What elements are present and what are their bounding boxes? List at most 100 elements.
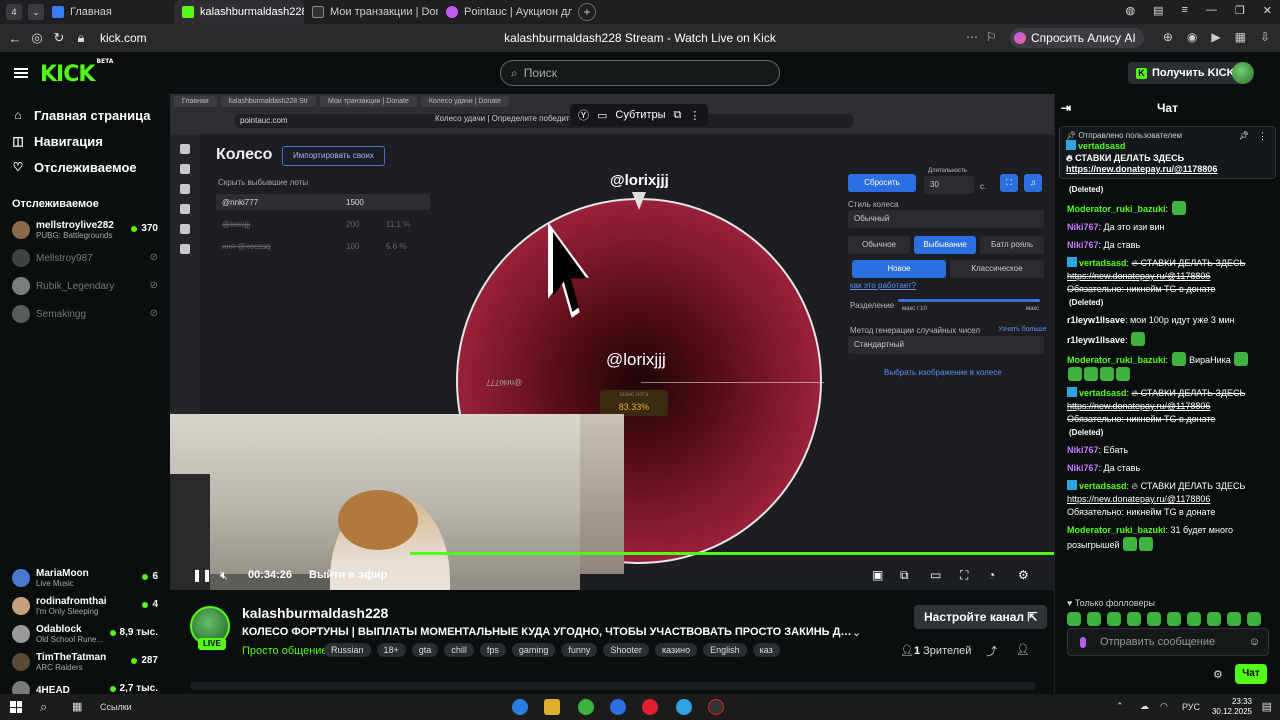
chevron-down-icon[interactable]: ⌄ xyxy=(852,626,861,639)
follow-icon[interactable]: 👤︎ xyxy=(1016,643,1030,656)
browser-tab-2[interactable]: kalashburmaldash228 S ✕ xyxy=(174,0,304,24)
menu-burger-icon[interactable] xyxy=(14,68,28,78)
language-indicator[interactable]: РУС xyxy=(1182,702,1200,712)
chat-username[interactable]: vertadsasd xyxy=(1079,481,1127,491)
subtitles-button[interactable]: Ⓨ ▭ Субтитры ⧉ ⋮ xyxy=(570,104,709,126)
emote-icon[interactable] xyxy=(1247,612,1261,626)
chat-username[interactable]: r1leyw1llsave xyxy=(1067,335,1125,345)
extensions-icon[interactable]: ◍ xyxy=(1125,4,1135,17)
emote-icon[interactable] xyxy=(1067,612,1081,626)
emote-icon[interactable] xyxy=(1127,612,1141,626)
emote-icon[interactable] xyxy=(1087,612,1101,626)
clock[interactable]: 23:33 30.12.2025 xyxy=(1212,697,1252,717)
emote-icon[interactable] xyxy=(1227,612,1241,626)
chat-username[interactable]: Moderator_ruki_bazuki xyxy=(1067,525,1166,535)
chat-input[interactable]: Отправить сообщение ☺ xyxy=(1067,628,1269,656)
mute-icon[interactable]: 🔇︎ xyxy=(220,568,228,583)
stream-category[interactable]: Просто общение xyxy=(242,645,328,657)
nav-following[interactable]: ♡ Отслеживаемое xyxy=(0,154,170,180)
tag[interactable]: gta xyxy=(411,643,439,657)
profile-button[interactable]: 4 xyxy=(6,4,22,20)
channel-item[interactable]: Rubik_Legendary ⊘ xyxy=(0,272,170,300)
chat-link[interactable]: https://new.donatepay.ru/@1178806 xyxy=(1067,401,1210,411)
pinned-link[interactable]: https://new.donatepay.ru/@1178806 xyxy=(1066,164,1269,174)
more-icon[interactable]: ⋮ xyxy=(1258,131,1267,142)
video-player[interactable]: Главная kalashburmaldash228 Str Мои тран… xyxy=(170,94,1054,590)
search-input[interactable]: ⌕ Поиск xyxy=(500,60,780,86)
chat-username[interactable]: Moderator_ruki_bazuki xyxy=(1067,355,1166,365)
chat-settings-icon[interactable]: ⚙ xyxy=(1213,668,1223,681)
tag[interactable]: funny xyxy=(561,643,598,657)
menu-icon[interactable]: ≡ xyxy=(1181,4,1187,17)
tabs-menu-icon[interactable]: ⌄ xyxy=(28,4,44,20)
emote-icon[interactable] xyxy=(1147,612,1161,626)
bookmarks-icon[interactable]: ▤ xyxy=(1153,4,1163,17)
pinned-user[interactable]: vertadsasd xyxy=(1078,141,1126,151)
chat-username[interactable]: Niki767 xyxy=(1067,463,1099,473)
chat-send-button[interactable]: Чат xyxy=(1235,664,1267,684)
tag[interactable]: казино xyxy=(654,643,698,657)
edge-icon[interactable] xyxy=(512,699,528,715)
links-label[interactable]: Ссылки xyxy=(100,702,132,712)
pause-icon[interactable]: ❚❚ xyxy=(192,568,212,582)
bookmark-icon[interactable]: ⚐ xyxy=(986,30,997,44)
back-icon[interactable]: ← xyxy=(4,31,26,46)
channel-item[interactable]: Mellstroy987 ⊘ xyxy=(0,244,170,272)
chat-username[interactable]: vertadsasd xyxy=(1079,388,1127,398)
tag[interactable]: каз xyxy=(752,643,780,657)
chat-username[interactable]: vertadsasd xyxy=(1079,258,1127,268)
nav-home[interactable]: ⌂ Главная страница xyxy=(0,102,170,128)
tag[interactable]: English xyxy=(703,643,747,657)
browser-tab-3[interactable]: Мои транзакции | Donate xyxy=(304,0,438,24)
user-avatar[interactable] xyxy=(1232,62,1254,84)
app-icon[interactable] xyxy=(610,699,626,715)
vpn-icon[interactable]: ⊕ xyxy=(1163,30,1173,44)
protect-icon[interactable]: ◎ xyxy=(26,30,48,46)
chrome-icon[interactable] xyxy=(578,699,594,715)
chat-link[interactable]: https://new.donatepay.ru/@1178806 xyxy=(1067,271,1210,281)
microphone-icon[interactable] xyxy=(1080,637,1086,648)
emote-icon[interactable] xyxy=(1107,612,1121,626)
channel-item[interactable]: Semakingg ⊘ xyxy=(0,300,170,328)
unpin-icon[interactable]: 📌︎ xyxy=(1239,131,1249,140)
wifi-icon[interactable]: ◠ xyxy=(1160,701,1168,712)
tag[interactable]: chill xyxy=(444,643,474,657)
emote-icon[interactable] xyxy=(1167,612,1181,626)
windows-start-icon[interactable] xyxy=(10,701,22,713)
translate-icon[interactable]: ◉ xyxy=(1187,30,1197,44)
channel-item[interactable]: TimTheTatman ARC Raiders 287 xyxy=(0,648,170,676)
theater-icon[interactable]: ▭ xyxy=(930,568,941,582)
url-field[interactable]: kick.com xyxy=(100,31,147,45)
nav-browse[interactable]: ◫ Навигация xyxy=(0,128,170,154)
fullscreen-icon[interactable]: ⛶ xyxy=(960,568,968,583)
tag[interactable]: gaming xyxy=(511,643,556,657)
play-icon[interactable]: ▶ xyxy=(1211,30,1220,44)
task-view-icon[interactable]: ▦ xyxy=(72,700,82,713)
emoji-icon[interactable]: ☺ xyxy=(1249,629,1260,655)
chat-username[interactable]: Niki767 xyxy=(1067,222,1099,232)
emote-icon[interactable] xyxy=(1207,612,1221,626)
close-window-icon[interactable]: ✕ xyxy=(1263,4,1272,17)
downloads-icon[interactable]: ⇩ xyxy=(1260,30,1270,44)
settings-icon[interactable]: ⚙ xyxy=(1018,568,1029,582)
explorer-icon[interactable] xyxy=(544,699,560,715)
live-progress-bar[interactable] xyxy=(410,552,1054,555)
channel-item[interactable]: rodinafromthai I'm Only Sleeping 4 xyxy=(0,592,170,620)
network-icon[interactable]: ☁ xyxy=(1140,701,1149,712)
go-live-button[interactable]: Выйти в эфир xyxy=(309,569,387,581)
tag[interactable]: Russian xyxy=(324,643,371,657)
tag[interactable]: 18+ xyxy=(376,643,406,657)
pip-icon[interactable]: ⧉ xyxy=(900,568,909,583)
share-icon[interactable]: ⤴ xyxy=(986,643,997,659)
collections-icon[interactable]: ▦ xyxy=(1235,30,1246,44)
clip-icon[interactable]: ▣ xyxy=(872,568,883,582)
chat-username[interactable]: Niki767 xyxy=(1067,445,1099,455)
notifications-icon[interactable]: ▤ xyxy=(1262,700,1272,713)
tag[interactable]: fps xyxy=(479,643,506,657)
channel-name[interactable]: kalashburmaldash228 xyxy=(242,605,388,621)
chat-username[interactable]: Moderator_ruki_bazuki xyxy=(1067,204,1166,214)
search-icon[interactable]: ⌕ xyxy=(40,699,47,715)
collapse-chat-icon[interactable]: ⇥ xyxy=(1061,94,1071,122)
minimize-icon[interactable]: — xyxy=(1206,4,1217,17)
browser-tab-4[interactable]: Pointauc | Аукцион для ст xyxy=(438,0,572,24)
